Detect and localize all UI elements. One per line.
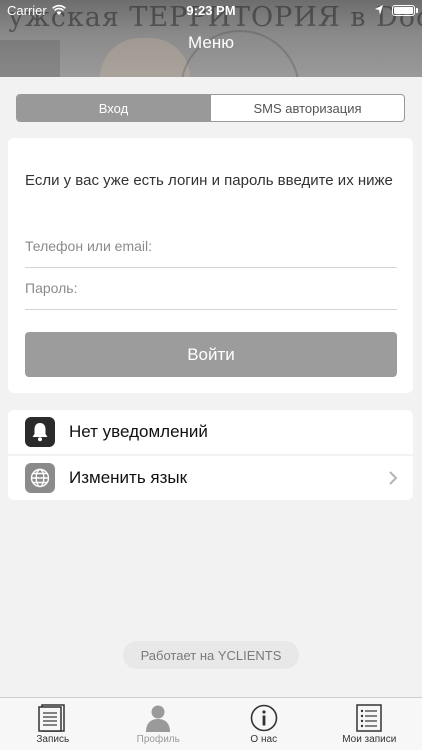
change-language-row[interactable]: Изменить язык [8,456,413,500]
header: ужская ТЕРРИТОРИЯ в Dockio Carrier 9:23 … [0,0,422,77]
tab-login[interactable]: Вход [17,95,210,121]
bell-icon [25,417,55,447]
tab-about[interactable]: О нас [211,698,317,750]
phone-email-field[interactable]: Телефон или email: [25,228,397,268]
chevron-right-icon [389,471,398,485]
change-language-label: Изменить язык [69,468,188,487]
page-title: Меню [188,33,234,52]
powered-by-badge[interactable]: Работает на YCLIENTS [123,641,299,669]
tab-booking[interactable]: Запись [0,698,106,750]
notifications-row[interactable]: Нет уведомлений [8,410,413,454]
password-field[interactable]: Пароль: [25,270,397,310]
document-icon [38,704,65,732]
globe-icon [25,463,55,493]
status-bar: Carrier 9:23 PM [0,0,422,22]
tab-about-label: О нас [250,734,278,745]
tab-profile-label: Профиль [136,734,180,745]
location-arrow-icon [375,5,383,15]
clock: 9:23 PM [186,3,236,18]
info-icon [250,704,278,732]
battery-tip [416,8,418,13]
login-button[interactable]: Войти [25,332,397,377]
login-intro-text: Если у вас уже есть логин и пароль введи… [25,172,393,189]
tab-profile[interactable]: Профиль [106,698,212,750]
auth-mode-segmented-control: Вход SMS авторизация [16,94,405,122]
login-card: Если у вас уже есть логин и пароль введи… [8,138,413,393]
person-icon [146,705,171,732]
list-icon [356,704,382,732]
battery-icon [392,5,415,16]
tab-my-bookings-label: Мои записи [342,734,397,745]
tab-sms-auth[interactable]: SMS авторизация [210,95,404,121]
tab-bar: Запись Профиль О нас Мои записи [0,697,422,750]
tab-my-bookings[interactable]: Мои записи [317,698,422,750]
tab-booking-label: Запись [36,734,70,745]
notifications-label: Нет уведомлений [69,422,208,441]
